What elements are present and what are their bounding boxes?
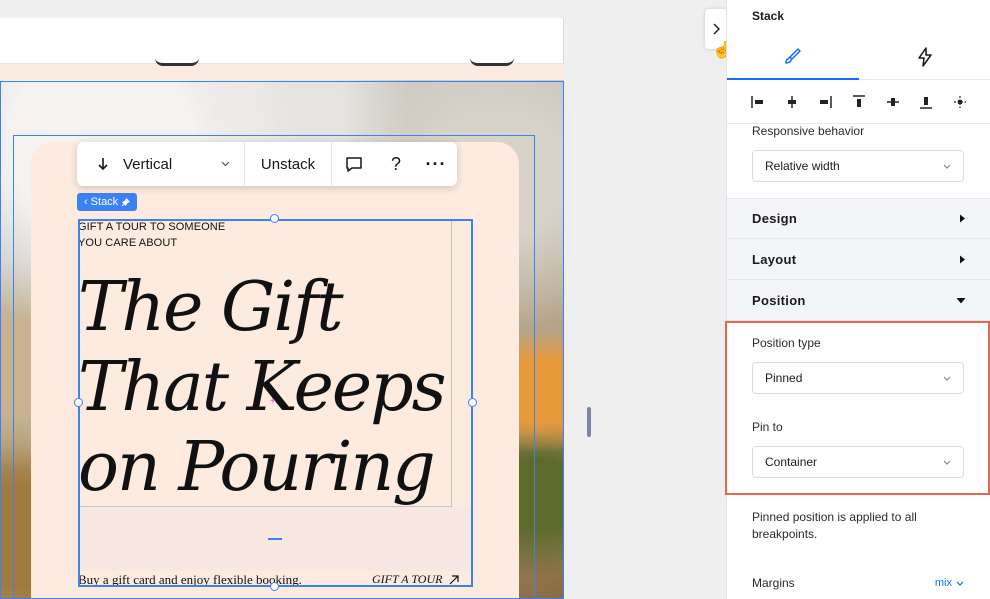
canvas-resize-handle[interactable] (587, 407, 591, 437)
header-arc-right (470, 58, 514, 66)
align-center-h-icon (787, 95, 796, 108)
pin-icon (121, 197, 131, 206)
resize-handle-right[interactable] (468, 398, 477, 407)
margins-row: Margins mix (752, 576, 964, 590)
stack-breadcrumb-tag[interactable]: ‹ Stack (77, 193, 138, 211)
section-layout-label: Layout (752, 251, 797, 267)
align-right-icon (820, 95, 832, 108)
brush-icon (785, 48, 801, 64)
distribute-icon (954, 95, 967, 108)
align-bottom-button[interactable] (916, 92, 936, 112)
align-center-h-button[interactable] (782, 92, 802, 112)
stack-tag-label: Stack (90, 196, 119, 208)
chevron-right-icon (713, 23, 720, 35)
gift-tour-label: GIFT A TOUR (372, 572, 443, 586)
alignment-toolbar (727, 80, 990, 124)
header-arc-left (155, 58, 199, 66)
align-center-v-button[interactable] (883, 92, 903, 112)
headline-line-1: The Gift (78, 268, 344, 347)
crosshair-icon: + (270, 396, 276, 407)
comment-button[interactable] (332, 142, 376, 186)
lightning-icon (918, 47, 932, 67)
chevron-left-icon: ‹ (84, 196, 88, 208)
direction-dropdown[interactable]: Vertical (77, 142, 245, 186)
align-left-icon (751, 95, 763, 108)
responsive-behavior-label: Responsive behavior (752, 124, 865, 138)
responsive-behavior-value: Relative width (765, 159, 840, 173)
comment-icon (346, 157, 362, 172)
resize-handle-bottom[interactable] (270, 582, 279, 591)
headline-line-2: That Keeps (78, 348, 447, 427)
unstack-button[interactable]: Unstack (245, 142, 332, 186)
headline-line-3: on Pouring (78, 428, 436, 507)
gift-tour-link[interactable]: GIFT A TOUR (372, 572, 460, 587)
arrow-up-right-icon (450, 574, 460, 584)
chevron-down-icon (943, 376, 951, 381)
direction-label: Vertical (123, 155, 173, 173)
eyebrow-line-2: YOU CARE ABOUT (78, 237, 178, 249)
more-actions-button[interactable]: ··· (416, 142, 456, 186)
position-type-select[interactable]: Pinned (752, 362, 964, 394)
pin-to-value: Container (765, 455, 818, 469)
align-right-button[interactable] (815, 92, 835, 112)
panel-title: Stack (752, 9, 785, 23)
margins-value: mix (934, 577, 952, 589)
arrow-down-icon (98, 158, 108, 171)
caret-down-icon (956, 297, 966, 303)
panel-tabs (727, 34, 990, 80)
chevron-down-icon (943, 460, 951, 465)
caret-right-icon (960, 255, 965, 263)
section-layout[interactable]: Layout (727, 239, 990, 280)
inspector-panel: Stack Responsive behavior Relative width… (725, 0, 990, 599)
pin-to-select[interactable]: Container (752, 446, 964, 478)
drag-handle-center[interactable] (268, 538, 282, 540)
tab-interactions[interactable] (859, 34, 990, 80)
pin-to-label: Pin to (752, 420, 783, 434)
align-center-v-icon (886, 97, 899, 106)
eyebrow-text[interactable]: GIFT A TOUR TO SOMEONE YOU CARE ABOUT (78, 219, 278, 251)
help-icon: ? (390, 153, 401, 174)
align-left-button[interactable] (748, 92, 768, 112)
section-design-label: Design (752, 211, 798, 226)
caret-right-icon (960, 214, 965, 223)
headline-text[interactable]: The Gift That Keeps on Pouring (78, 268, 458, 508)
resize-handle-top[interactable] (270, 214, 279, 223)
margins-dropdown[interactable]: mix (935, 576, 964, 590)
section-position[interactable]: Position (727, 280, 990, 321)
eyebrow-line-1: GIFT A TOUR TO SOMEONE (78, 221, 226, 233)
chevron-down-icon (956, 581, 964, 586)
align-top-button[interactable] (849, 92, 869, 112)
section-design[interactable]: Design (727, 198, 990, 239)
pinned-note: Pinned position is applied to all breakp… (752, 510, 917, 541)
tab-design[interactable] (727, 34, 859, 80)
help-button[interactable]: ? (376, 142, 416, 186)
chevron-down-icon (943, 164, 951, 169)
distribute-button[interactable] (950, 92, 970, 112)
align-bottom-icon (920, 96, 933, 109)
position-type-value: Pinned (765, 371, 803, 385)
footer-text[interactable]: Buy a gift card and enjoy flexible booki… (78, 572, 302, 588)
position-type-label: Position type (752, 336, 821, 350)
section-position-label: Position (752, 292, 806, 308)
chevron-down-icon (221, 161, 230, 167)
editor-window: GIFT A TOUR TO SOMEONE YOU CARE ABOUT Th… (0, 0, 990, 599)
align-top-icon (852, 94, 865, 107)
stack-toolbar: Vertical Unstack ? ··· (77, 142, 457, 186)
resize-handle-left[interactable] (74, 398, 83, 407)
more-icon: ··· (425, 153, 447, 174)
responsive-behavior-select[interactable]: Relative width (752, 150, 964, 182)
margins-label: Margins (752, 576, 795, 590)
editor-canvas[interactable]: GIFT A TOUR TO SOMEONE YOU CARE ABOUT Th… (0, 0, 732, 599)
